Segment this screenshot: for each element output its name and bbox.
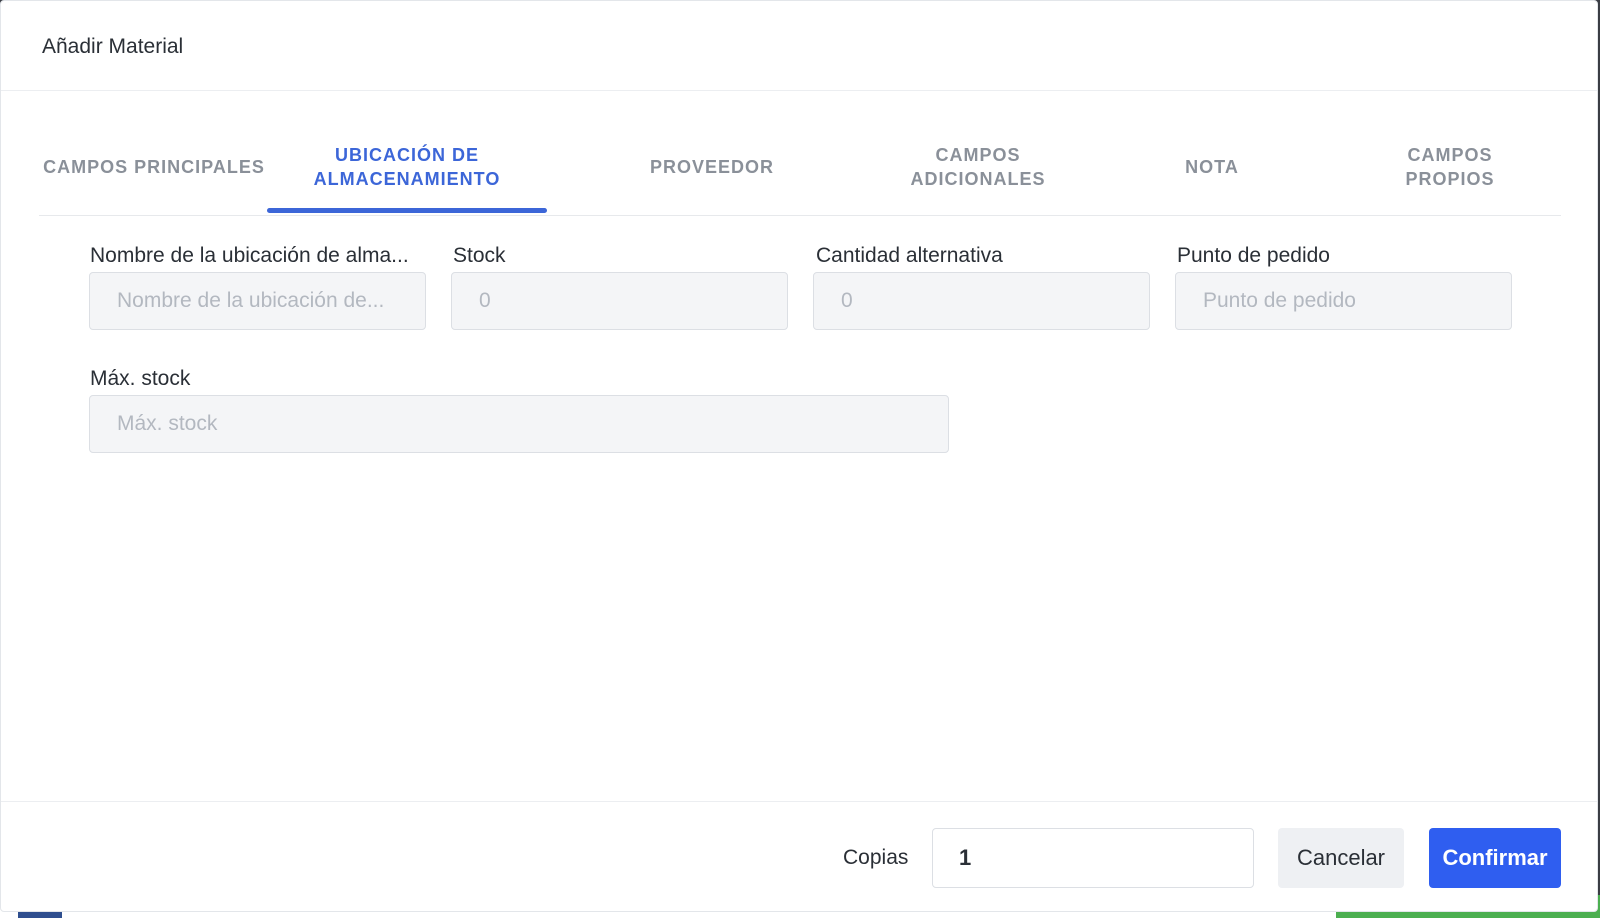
tab-custom-fields[interactable]: CAMPOS PROPIOS xyxy=(1335,119,1565,215)
tab-label: NOTA xyxy=(1185,157,1239,177)
location-name-input[interactable] xyxy=(89,272,426,330)
stock-input[interactable] xyxy=(451,272,788,330)
tab-storage-location[interactable]: UBICACIÓN DE ALMACENAMIENTO xyxy=(267,119,547,215)
tab-note[interactable]: NOTA xyxy=(1097,119,1327,215)
reorder-point-label: Punto de pedido xyxy=(1177,244,1330,267)
add-material-modal: Añadir Material CAMPOS PRINCIPALES UBICA… xyxy=(0,0,1598,912)
location-name-label: Nombre de la ubicación de alma... xyxy=(90,244,409,267)
alternative-quantity-input[interactable] xyxy=(813,272,1150,330)
tab-label: CAMPOS ADICIONALES xyxy=(910,145,1046,189)
cancel-button[interactable]: Cancelar xyxy=(1278,828,1404,888)
modal-header: Añadir Material xyxy=(1,1,1597,91)
copies-label: Copias xyxy=(843,846,909,869)
tab-supplier[interactable]: PROVEEDOR xyxy=(597,119,827,215)
alternative-quantity-label: Cantidad alternativa xyxy=(816,244,1003,267)
modal-title: Añadir Material xyxy=(42,35,184,58)
modal-footer: Copias Cancelar Confirmar xyxy=(1,801,1597,913)
tab-bar: CAMPOS PRINCIPALES UBICACIÓN DE ALMACENA… xyxy=(39,119,1561,216)
tab-label: CAMPOS PRINCIPALES xyxy=(43,157,265,177)
confirm-button[interactable]: Confirmar xyxy=(1429,828,1561,888)
tab-label: UBICACIÓN DE ALMACENAMIENTO xyxy=(313,145,501,189)
reorder-point-input[interactable] xyxy=(1175,272,1512,330)
max-stock-input[interactable] xyxy=(89,395,949,453)
tab-label: PROVEEDOR xyxy=(649,157,775,177)
tab-additional-fields[interactable]: CAMPOS ADICIONALES xyxy=(863,119,1093,215)
max-stock-label: Máx. stock xyxy=(90,367,191,390)
active-tab-indicator xyxy=(267,208,547,213)
tab-label: CAMPOS PROPIOS xyxy=(1405,145,1495,189)
tab-main-fields[interactable]: CAMPOS PRINCIPALES xyxy=(39,119,269,215)
copies-input[interactable] xyxy=(932,828,1254,888)
stock-label: Stock xyxy=(453,244,506,267)
